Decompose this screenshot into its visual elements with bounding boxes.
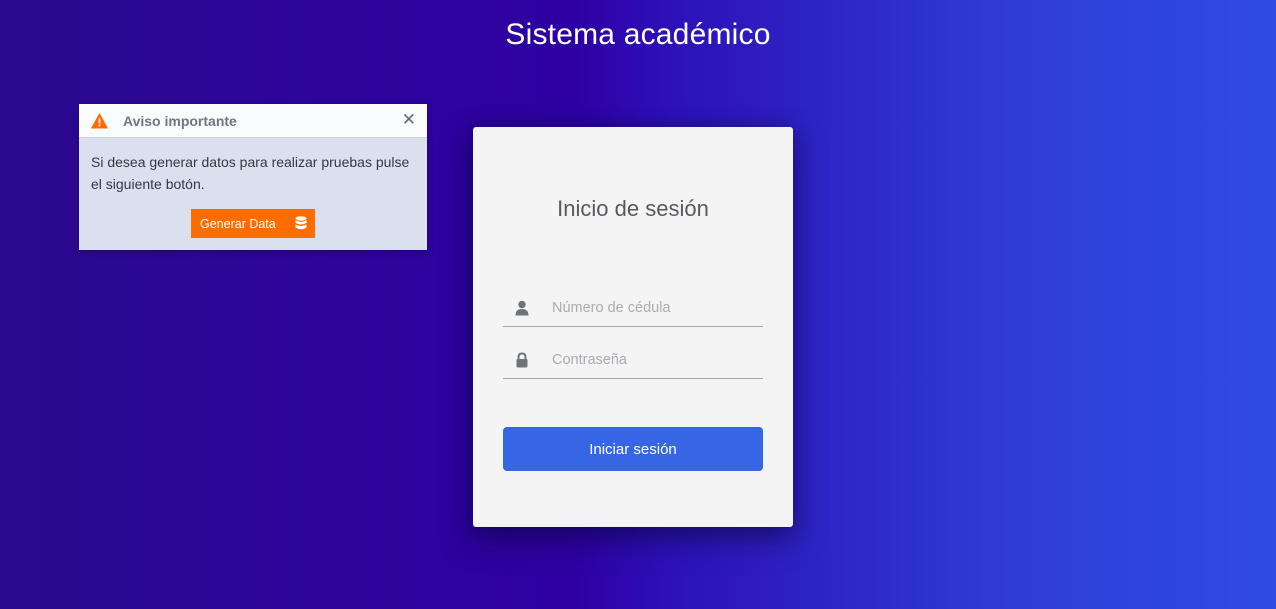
warning-icon <box>91 113 108 129</box>
lock-icon <box>514 351 530 368</box>
notice-header: Aviso importante ✕ <box>79 104 427 138</box>
login-card: Inicio de sesión Iniciar sesión <box>473 127 793 527</box>
notice-title: Aviso importante <box>123 112 237 129</box>
user-icon <box>514 300 530 316</box>
password-field <box>503 341 763 379</box>
id-number-field <box>503 289 763 327</box>
database-icon <box>295 216 307 231</box>
login-button[interactable]: Iniciar sesión <box>503 427 763 471</box>
close-icon[interactable]: ✕ <box>402 111 416 129</box>
app-title: Sistema académico <box>505 18 771 51</box>
password-input[interactable] <box>552 351 752 368</box>
id-number-input[interactable] <box>552 299 752 316</box>
notice-panel: Aviso importante ✕ Si desea generar dato… <box>79 104 427 250</box>
generate-data-label: Generar Data <box>200 216 276 231</box>
login-title: Inicio de sesión <box>557 196 709 221</box>
notice-message: Si desea generar datos para realizar pru… <box>91 154 410 192</box>
generate-data-button[interactable]: Generar Data <box>191 209 315 238</box>
